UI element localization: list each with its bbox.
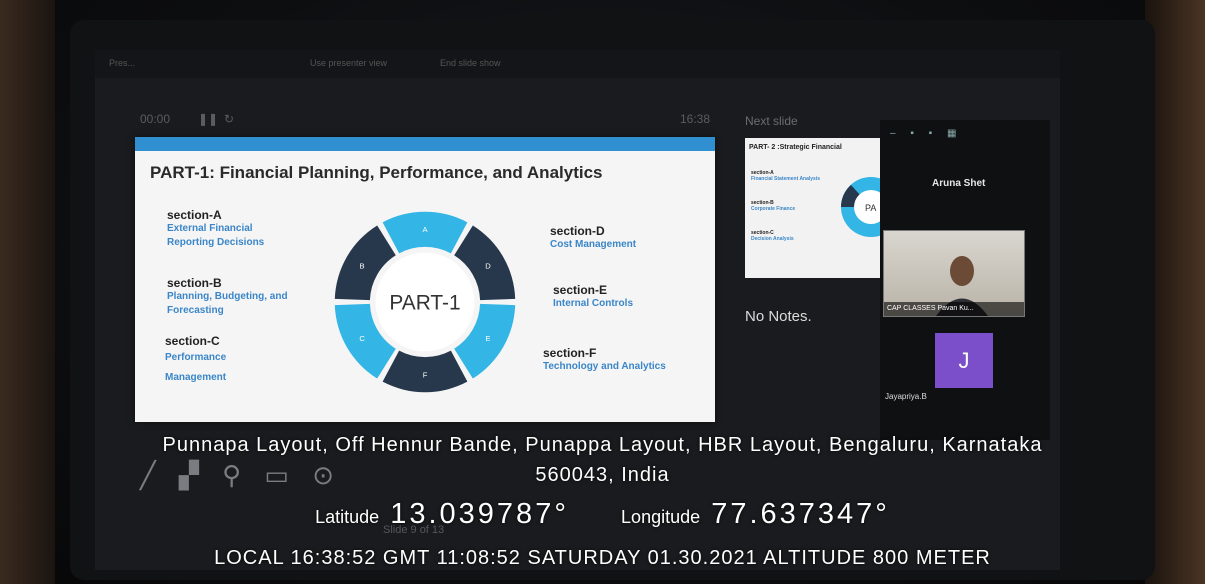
address-line-2: 560043, India: [535, 464, 670, 486]
section-c-name: section-C: [165, 334, 220, 348]
current-slide[interactable]: PART-1: Financial Planning, Performance,…: [135, 137, 715, 422]
participant-video-tile[interactable]: CAP CLASSES Pavan Ku...: [883, 230, 1025, 317]
section-e-text: section-E Internal Controls: [553, 284, 633, 311]
next-slide-title: PART- 2 :Strategic Financial: [749, 144, 842, 151]
ring-center-label: PART-1: [389, 292, 460, 315]
section-a-text: section-A External Financial Reporting D…: [167, 209, 287, 250]
timer: 00:00: [140, 112, 171, 126]
layout-icons[interactable]: – ▪ ▪ ▦: [890, 128, 962, 139]
pause-icon[interactable]: ❚❚: [198, 112, 218, 126]
longitude-value: 77.637347°: [711, 498, 890, 530]
ring-letter-e: E: [485, 334, 490, 343]
section-d-desc: Cost Management: [550, 239, 637, 250]
section-b-name: section-B: [167, 276, 222, 290]
section-b-text: section-B Planning, Budgeting, and Forec…: [167, 277, 292, 318]
next-section-c: section-C Decision Analysis: [751, 230, 794, 242]
participant-avatar[interactable]: J: [935, 333, 993, 388]
section-e-desc: Internal Controls: [553, 298, 634, 309]
wall-left: [0, 0, 55, 584]
participant-name: Jayapriya.B: [885, 392, 927, 401]
section-b-desc: Planning, Budgeting, and Forecasting: [167, 291, 288, 316]
timer-bar: 00:00 ❚❚ ↻ 16:38: [140, 112, 720, 132]
geo-timestamp: LOCAL 16:38:52 GMT 11:08:52 SATURDAY 01.…: [214, 547, 991, 569]
end-slideshow-button[interactable]: End slide show: [440, 58, 501, 68]
next-section-a-desc: Financial Statement Analysis: [751, 176, 821, 182]
address-line-1: Punnapa Layout, Off Hennur Bande, Punapp…: [162, 434, 1043, 456]
ring-letter-f: F: [423, 371, 428, 380]
latitude-label: Latitude: [315, 507, 380, 527]
ring-letter-d: D: [485, 262, 491, 271]
presenter-view-button[interactable]: Use presenter view: [310, 58, 387, 68]
topbar-title: Pres...: [109, 58, 136, 68]
part1-ring-diagram: ADEFCB PART-1: [334, 211, 516, 393]
section-f-name: section-F: [543, 346, 597, 360]
section-c-text: section-C Performance Management: [165, 335, 245, 388]
section-f-desc: Technology and Analytics: [543, 361, 666, 372]
next-section-c-desc: Decision Analysis: [751, 236, 794, 242]
section-c-desc: Performance Management: [165, 352, 227, 383]
slide-header-stripe: [135, 137, 715, 151]
speaker-notes: No Notes.: [745, 308, 812, 325]
slide-title: PART-1: Financial Planning, Performance,…: [150, 163, 603, 182]
geo-address: Punnapa Layout, Off Hennur Bande, Punapp…: [0, 430, 1205, 490]
presenter-topbar: Pres... Use presenter view End slide sho…: [95, 50, 1060, 78]
participant-aruna-name: Aruna Shet: [932, 178, 986, 189]
section-a-desc: External Financial Reporting Decisions: [167, 223, 265, 248]
next-section-a: section-A Financial Statement Analysis: [751, 170, 821, 182]
latitude-value: 13.039787°: [390, 498, 569, 530]
ring-letter-c: C: [359, 334, 365, 343]
longitude-label: Longitude: [621, 507, 701, 527]
section-d-name: section-D: [550, 224, 605, 238]
next-slide-preview[interactable]: PART- 2 :Strategic Financial section-A F…: [745, 138, 897, 278]
geo-coordinates: Latitude 13.039787° Longitude 77.637347°: [0, 498, 1205, 531]
participant-video-name: CAP CLASSES Pavan Ku...: [884, 302, 1024, 316]
section-e-name: section-E: [553, 283, 608, 297]
restart-icon[interactable]: ↻: [224, 112, 234, 126]
section-a-name: section-A: [167, 208, 222, 222]
next-section-b: section-B Corporate Finance: [751, 200, 795, 212]
next-ring-label: PA: [865, 203, 876, 213]
ring-letter-b: B: [360, 262, 365, 271]
next-section-b-desc: Corporate Finance: [751, 206, 796, 212]
next-slide-label: Next slide: [745, 114, 798, 128]
clock: 16:38: [680, 112, 711, 126]
section-f-text: section-F Technology and Analytics: [543, 347, 666, 374]
section-d-text: section-D Cost Management: [550, 225, 636, 252]
